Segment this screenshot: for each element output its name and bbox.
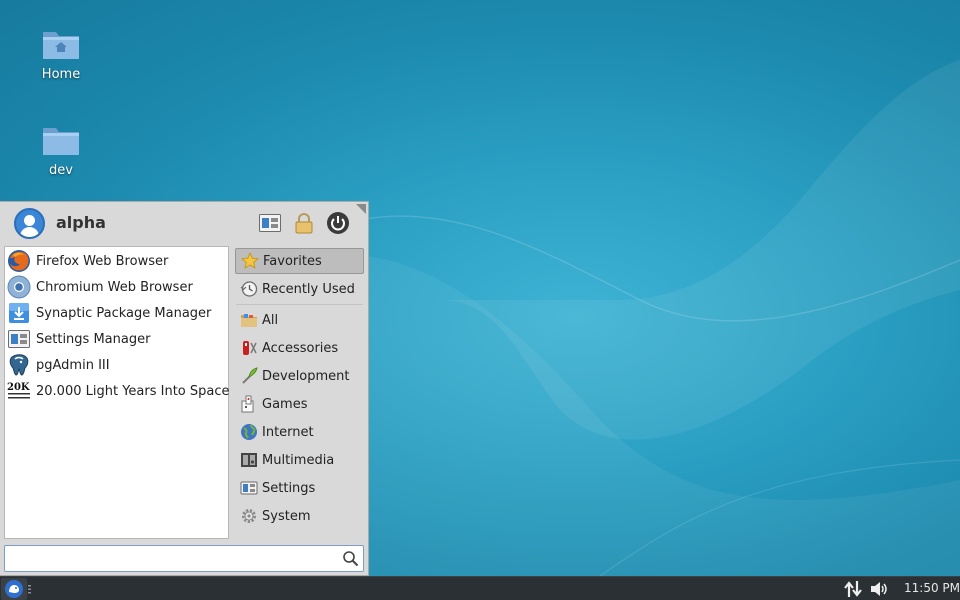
internet-globe-icon [241,424,257,440]
search-input[interactable] [9,549,339,568]
power-icon [327,212,349,234]
category-multimedia[interactable]: Multimedia [235,447,364,473]
category-settings[interactable]: Settings [235,475,364,501]
app-label: Firefox Web Browser [36,253,169,269]
home-folder-icon [43,32,79,59]
favorites-app-list: Firefox Web Browser Chromium Web Browser [4,246,230,539]
log-out-button[interactable] [326,211,350,235]
app-item-settings-manager[interactable]: Settings Manager [5,326,228,352]
app-label: pgAdmin III [36,357,110,373]
accessories-icon [243,341,257,355]
volume-icon[interactable] [869,580,889,598]
user-avatar [14,208,45,239]
category-label: Accessories [262,340,339,356]
category-development[interactable]: Development [235,363,364,389]
all-apps-icon [241,314,257,327]
settings-manager-icon [259,214,281,232]
app-item-synaptic[interactable]: Synaptic Package Manager [5,300,228,326]
app-label: Synaptic Package Manager [36,305,212,321]
whisker-menu: alpha Firefox Web Browser Chromium Web B… [0,201,369,576]
applications-menu-button[interactable] [1,578,27,600]
category-favorites[interactable]: Favorites [235,248,364,274]
desktop-icon-label: Home [41,67,81,82]
desktop-icon-label: dev [49,163,73,178]
taskbar: 11:50 PM [0,576,960,600]
history-icon [240,281,258,297]
category-label: Recently Used [262,281,355,297]
search-icon[interactable] [342,550,359,567]
panel-handle-icon[interactable] [28,585,32,594]
star-icon [240,251,260,270]
app-item-firefox[interactable]: Firefox Web Browser [5,248,228,274]
category-label: Development [262,368,350,384]
settings-manager-button[interactable] [258,211,282,235]
username: alpha [56,213,106,232]
lock-screen-button[interactable] [292,211,316,235]
desktop-icon-dev[interactable]: dev [21,123,101,178]
chromium-icon [7,275,31,299]
category-label: Favorites [263,253,322,269]
app-item-chromium[interactable]: Chromium Web Browser [5,274,228,300]
folder-icon [43,128,79,155]
category-games[interactable]: Games [235,391,364,417]
app-label: 20.000 Light Years Into Space [36,383,230,399]
category-label: Games [262,396,308,412]
menu-header: alpha [0,202,369,244]
category-label: Multimedia [262,452,335,468]
category-label: System [262,508,311,524]
search-box [4,545,364,572]
lock-icon [295,213,313,234]
category-internet[interactable]: Internet [235,419,364,445]
game-20k-icon: 20K [7,382,30,399]
firefox-icon [8,250,30,272]
desktop-icon-home[interactable]: Home [21,27,101,82]
category-separator [236,304,363,305]
category-list: Favorites Recently Used All Accessories … [234,246,365,539]
category-label: Settings [262,480,316,496]
clock[interactable]: 11:50 PM [904,581,960,595]
category-system[interactable]: System [235,503,364,529]
app-label: Chromium Web Browser [36,279,193,295]
synaptic-icon [9,303,29,323]
category-label: All [262,312,279,328]
development-icon [242,367,258,384]
category-all[interactable]: All [235,307,364,333]
games-icon [241,395,254,413]
app-label: Settings Manager [36,331,151,347]
app-item-20k-light-years[interactable]: 20K 20.000 Light Years Into Space [5,378,230,404]
multimedia-icon [241,453,257,467]
category-label: Internet [262,424,314,440]
pgadmin-icon [9,354,29,376]
category-recently-used[interactable]: Recently Used [235,276,364,302]
system-gear-icon [242,509,256,523]
settings-icon [240,481,258,495]
category-accessories[interactable]: Accessories [235,335,364,361]
settings-manager-icon [8,330,30,348]
app-item-pgadmin[interactable]: pgAdmin III [5,352,228,378]
network-icon[interactable] [843,580,863,598]
xfce-mouse-icon [5,580,23,598]
game-20k-icon-text: 20K [7,382,30,393]
